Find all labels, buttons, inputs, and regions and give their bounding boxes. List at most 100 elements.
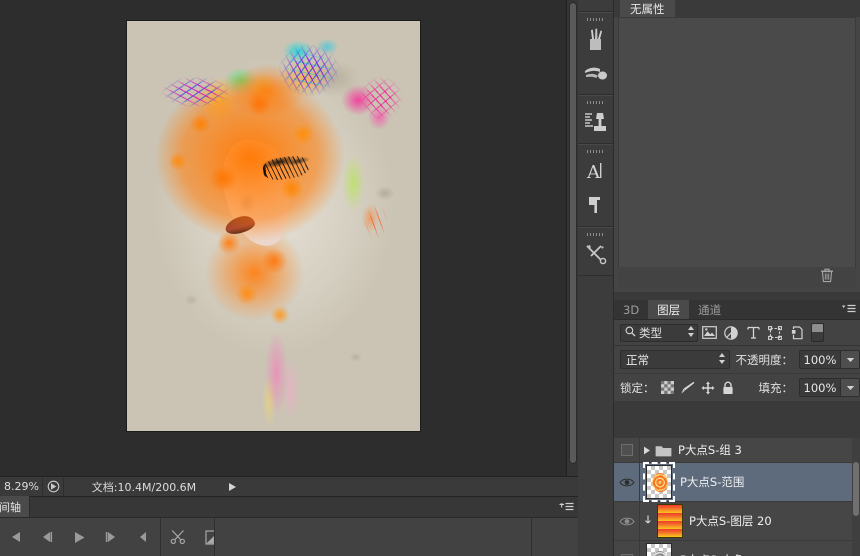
timeline-divider [160, 518, 161, 556]
rail-group-clone [578, 95, 613, 144]
timeline-body [0, 518, 578, 556]
go-to-first-frame-button[interactable] [6, 528, 24, 546]
layer-thumbnail-slot[interactable] [640, 462, 678, 502]
filter-adjustment-layers-icon[interactable] [720, 322, 742, 344]
text-a-icon[interactable]: A [578, 154, 614, 188]
layer-name[interactable]: P大点S-范围 [678, 474, 744, 490]
timeline-panel: 时间轴 [0, 496, 578, 556]
svg-text:A: A [586, 162, 601, 182]
timeline-track-area[interactable] [214, 518, 532, 556]
search-icon [625, 326, 636, 340]
brushes-icon[interactable] [578, 22, 614, 56]
layer-filter-bar: 类型 [614, 320, 860, 346]
layers-panel: 3D 图层 通道 类型 正常 不透明度： 100% 锁定： 填充： 100% P… [614, 300, 860, 556]
layer-thumbnail[interactable] [643, 462, 675, 502]
layer-name[interactable]: P大点S-图层 20 [687, 513, 772, 529]
tab-channels[interactable]: 通道 [689, 300, 731, 319]
triangle-right-icon[interactable] [640, 446, 654, 455]
trash-icon[interactable] [820, 268, 834, 286]
scissors-icon[interactable] [169, 528, 187, 546]
table-row[interactable]: P大点S-组 3 [614, 438, 860, 463]
rail-top-stub [578, 0, 613, 12]
tab-timeline[interactable]: 时间轴 [0, 496, 30, 517]
filter-kind-select[interactable]: 类型 [620, 323, 698, 342]
document-size-label: 文档:10.4M/200.6M [91, 480, 197, 494]
thumbnail-content [652, 473, 668, 492]
next-frame-button[interactable] [102, 528, 120, 546]
chevron-down-icon[interactable] [840, 379, 859, 396]
visibility-off-box[interactable] [620, 444, 633, 456]
fill-field[interactable]: 100% [799, 378, 860, 397]
tab-layers[interactable]: 图层 [648, 300, 690, 319]
filter-enable-toggle[interactable] [811, 323, 824, 342]
status-expand-arrow[interactable] [224, 482, 240, 492]
properties-panel: 无属性 [614, 0, 860, 292]
layer-visibility-toggle[interactable] [614, 540, 640, 556]
timeline-transport-controls [0, 528, 152, 546]
opacity-value[interactable]: 100% [800, 353, 840, 367]
layer-name[interactable]: P大点S-去色 [678, 552, 754, 556]
clone-stamp-icon[interactable] [578, 105, 614, 139]
updown-arrows-icon[interactable] [718, 352, 726, 368]
lock-image-pixels-icon[interactable] [680, 379, 695, 396]
layer-visibility-toggle[interactable] [614, 501, 640, 541]
thumbnail-content [652, 551, 668, 556]
filter-type-layers-icon[interactable] [742, 322, 764, 344]
fill-value[interactable]: 100% [800, 381, 840, 395]
opacity-field[interactable]: 100% [799, 350, 860, 369]
chevron-down-icon[interactable] [840, 351, 859, 368]
filter-shape-layers-icon[interactable] [764, 322, 786, 344]
layer-list[interactable]: P大点S-组 3 P大点S-范围 P大点S-图层 20 [614, 438, 860, 556]
brush-preset-icon[interactable] [578, 56, 614, 90]
pilcrow-icon[interactable] [578, 188, 614, 222]
table-row[interactable]: P大点S-范围 [614, 462, 860, 502]
document-thumb-icon[interactable] [42, 477, 64, 496]
scrollbar-thumb[interactable] [569, 2, 577, 464]
zoom-level[interactable]: 8.29% [0, 480, 42, 493]
rail-group-brushes [578, 12, 613, 95]
right-thread-strokes [359, 197, 393, 247]
filter-smart-objects-icon[interactable] [786, 322, 808, 344]
lock-all-icon[interactable] [721, 379, 735, 396]
blend-mode-value: 正常 [626, 352, 649, 367]
canvas-viewport[interactable] [0, 0, 566, 476]
eye-icon [618, 478, 635, 486]
right-ink-splatter [355, 71, 413, 131]
table-row[interactable]: P大点S-去色 [614, 540, 860, 556]
rail-group-tool-presets [578, 227, 613, 276]
photoshop-window: 8.29% 文档:10.4M/200.6M 时间轴 [0, 0, 860, 556]
blend-mode-select[interactable]: 正常 [620, 350, 730, 369]
layer-visibility-toggle[interactable] [614, 462, 640, 502]
updown-arrows-icon[interactable] [687, 325, 695, 341]
lock-position-icon[interactable] [701, 379, 715, 396]
layer-thumbnail-slot[interactable] [640, 541, 678, 556]
table-row[interactable]: P大点S-图层 20 [614, 501, 860, 541]
canvas-vertical-scrollbar[interactable] [566, 0, 578, 476]
panel-menu-icon[interactable] [558, 501, 574, 514]
tab-properties[interactable]: 无属性 [620, 0, 675, 17]
properties-footer [618, 267, 856, 287]
previous-frame-button[interactable] [38, 528, 56, 546]
artwork-canvas[interactable] [127, 21, 420, 431]
panel-menu-icon[interactable] [841, 304, 857, 316]
layer-thumbnail-slot[interactable] [653, 502, 687, 541]
filter-pixel-layers-icon[interactable] [698, 322, 720, 344]
audio-mute-button[interactable] [134, 528, 152, 546]
right-dock: A 无属性 3D 图层 通道 类型 正常 不透明度： 100% 锁定： 填充： … [578, 0, 860, 556]
layer-name[interactable]: P大点S-组 3 [676, 442, 742, 458]
lock-transparent-pixels-icon[interactable] [660, 379, 675, 396]
opacity-label: 不透明度： [735, 352, 794, 367]
layer-visibility-toggle[interactable] [614, 438, 640, 463]
dock-divider[interactable] [614, 292, 860, 300]
play-button[interactable] [70, 528, 88, 546]
layer-thumbnail[interactable] [657, 504, 683, 538]
status-bar: 8.29% 文档:10.4M/200.6M [0, 476, 578, 496]
scrollbar-thumb[interactable] [853, 462, 859, 516]
eye-icon [618, 517, 635, 525]
top-ink-splatter [267, 37, 351, 111]
tab-3d[interactable]: 3D [614, 300, 649, 319]
filter-kind-label: 类型 [639, 325, 662, 340]
layer-thumbnail[interactable] [646, 543, 672, 556]
layer-list-scrollbar[interactable] [852, 438, 860, 556]
tools-cross-icon[interactable] [578, 237, 614, 271]
